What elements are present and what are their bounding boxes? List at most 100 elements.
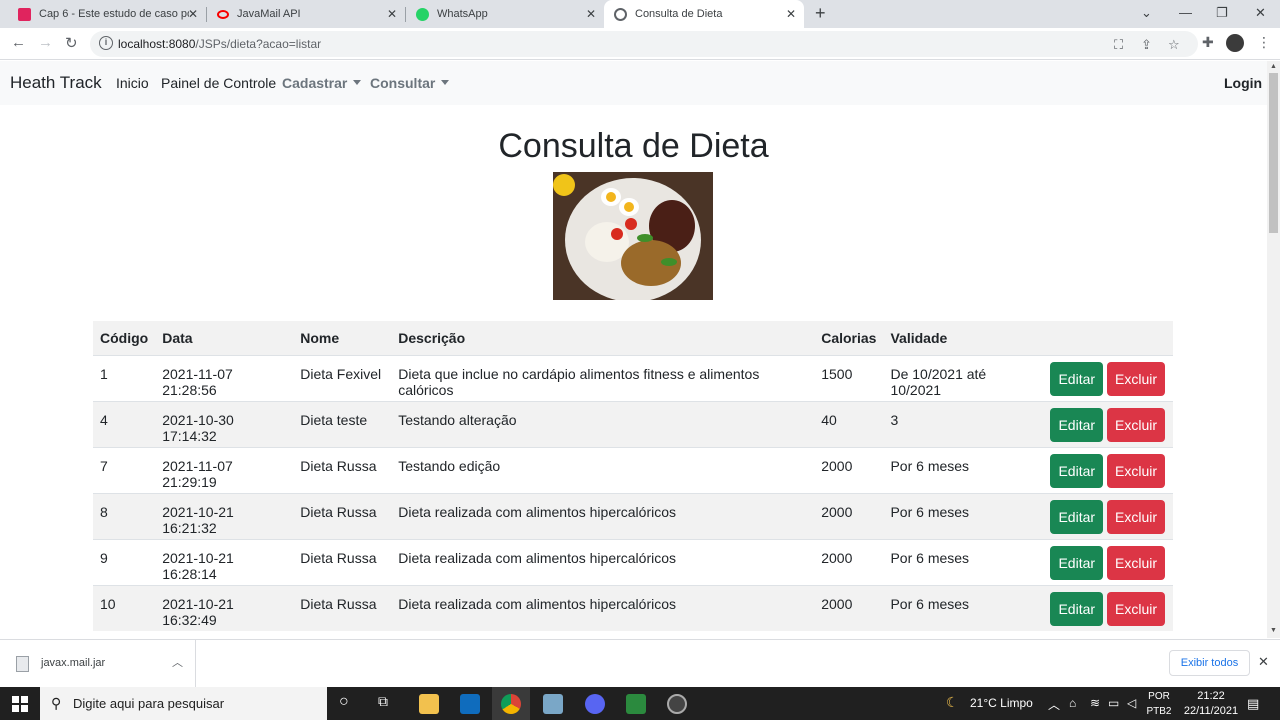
- plate-shape: [565, 178, 701, 300]
- cortana-icon[interactable]: ○: [339, 693, 349, 711]
- browser-tab[interactable]: Cap 6 - Este estudo de caso pode ✕: [8, 0, 206, 28]
- brand-link[interactable]: Heath Track: [10, 73, 102, 93]
- battery-icon[interactable]: ▭: [1108, 696, 1119, 710]
- cell-actions: Editar Excluir: [1043, 400, 1173, 447]
- close-tab-icon[interactable]: ✕: [586, 7, 596, 21]
- url-text[interactable]: localhost:8080/JSPs/dieta?acao=listar: [118, 37, 321, 51]
- edit-button[interactable]: Editar: [1050, 407, 1104, 442]
- lang-code: POR: [1148, 691, 1170, 702]
- edit-button[interactable]: Editar: [1050, 361, 1104, 396]
- cell-actions: Editar Excluir: [1043, 538, 1173, 585]
- close-tab-icon[interactable]: ✕: [188, 7, 198, 21]
- caret-down-icon: [441, 80, 450, 85]
- cell-validade: De 10/2021 até 10/2021: [883, 354, 1044, 401]
- delete-button[interactable]: Excluir: [1107, 361, 1166, 396]
- cell-data: 2021-10-21 16:32:49: [155, 584, 294, 631]
- delete-button[interactable]: Excluir: [1107, 499, 1166, 534]
- nav-painel-de-controle[interactable]: Painel de Controle: [161, 75, 276, 91]
- browser-tab-active[interactable]: Consulta de Dieta ✕: [604, 0, 804, 28]
- bookmark-star-icon[interactable]: ☆: [1168, 37, 1180, 53]
- close-tab-icon[interactable]: ✕: [786, 7, 796, 21]
- chevron-up-tray-icon[interactable]: ︿: [1048, 696, 1060, 713]
- table-row: 7 2021-11-07 21:29:19 Dieta Russa Testan…: [93, 446, 1173, 493]
- app-icon[interactable]: [626, 694, 646, 714]
- edit-button[interactable]: Editar: [1050, 545, 1104, 580]
- scroll-down-icon[interactable]: ▼: [1270, 627, 1277, 634]
- clock-date: 22/11/2021: [1183, 705, 1239, 717]
- windows-start-icon[interactable]: [12, 696, 28, 712]
- scroll-up-icon[interactable]: ▲: [1270, 63, 1277, 70]
- settings-gear-icon[interactable]: [667, 694, 687, 714]
- profile-avatar[interactable]: [1226, 34, 1244, 52]
- outlook-icon[interactable]: [460, 694, 480, 714]
- page-scrollbar[interactable]: ▲ ▼: [1267, 61, 1280, 638]
- minimize-icon[interactable]: —: [1179, 5, 1192, 20]
- volume-icon[interactable]: ◁: [1127, 696, 1136, 710]
- reload-icon[interactable]: ↻: [65, 34, 78, 52]
- cell-nome: Dieta Russa: [293, 446, 392, 493]
- edit-button[interactable]: Editar: [1050, 499, 1104, 534]
- browser-tab[interactable]: JavaMail API ✕: [207, 0, 405, 28]
- taskbar-search-box[interactable]: ⚲ Digite aqui para pesquisar: [40, 687, 327, 720]
- site-info-icon[interactable]: i: [99, 36, 113, 50]
- close-window-icon[interactable]: ✕: [1255, 5, 1266, 21]
- chrome-icon[interactable]: [501, 694, 521, 714]
- login-link[interactable]: Login: [1224, 75, 1262, 91]
- chevron-up-icon[interactable]: ︿: [172, 654, 183, 670]
- nav-cadastrar-dropdown[interactable]: Cadastrar: [282, 75, 362, 91]
- table-header-row: Código Data Nome Descrição Calorias Vali…: [93, 321, 1173, 355]
- new-tab-icon[interactable]: +: [815, 3, 826, 24]
- delete-button[interactable]: Excluir: [1107, 453, 1166, 488]
- taskbar-clock[interactable]: 21:22 22/11/2021: [1171, 689, 1251, 719]
- col-descricao: Descrição: [391, 321, 815, 355]
- notification-icon[interactable]: ▤: [1247, 696, 1259, 712]
- maximize-icon[interactable]: ❐: [1216, 5, 1228, 21]
- network-icon[interactable]: ⌂: [1069, 696, 1076, 710]
- cell-validade: Por 6 meses: [883, 492, 1044, 539]
- cell-calorias: 2000: [814, 538, 884, 585]
- delete-button[interactable]: Excluir: [1107, 407, 1166, 442]
- moon-weather-icon: ☾: [946, 694, 959, 710]
- tab-title: Cap 6 - Este estudo de caso pode: [39, 8, 189, 20]
- close-shelf-icon[interactable]: ✕: [1258, 654, 1269, 670]
- search-placeholder: Digite aqui para pesquisar: [73, 696, 225, 711]
- browser-tab-strip: Cap 6 - Este estudo de caso pode ✕ JavaM…: [0, 0, 1280, 28]
- delete-button[interactable]: Excluir: [1107, 591, 1166, 626]
- address-bar[interactable]: i localhost:8080/JSPs/dieta?acao=listar …: [90, 31, 1198, 57]
- translate-icon[interactable]: ⛶: [1114, 37, 1123, 53]
- file-explorer-icon[interactable]: [419, 694, 439, 714]
- cell-validade: Por 6 meses: [883, 584, 1044, 631]
- nav-inicio[interactable]: Inicio: [116, 75, 149, 91]
- delete-button[interactable]: Excluir: [1107, 545, 1166, 580]
- nav-consultar-dropdown[interactable]: Consultar: [370, 75, 450, 91]
- oracle-favicon-icon: [217, 9, 229, 19]
- show-all-downloads-button[interactable]: Exibir todos: [1169, 650, 1250, 676]
- cell-codigo: 8: [93, 492, 156, 539]
- cell-nome: Dieta Russa: [293, 538, 392, 585]
- edit-button[interactable]: Editar: [1050, 453, 1104, 488]
- tab-title: Consulta de Dieta: [635, 8, 723, 20]
- cell-validade: Por 6 meses: [883, 538, 1044, 585]
- language-indicator[interactable]: POR PTB2: [1146, 689, 1172, 719]
- url-host: localhost:8080: [118, 37, 196, 51]
- cell-calorias: 1500: [814, 354, 884, 401]
- browser-tab[interactable]: WhatsApp ✕: [406, 0, 604, 28]
- extensions-puzzle-icon[interactable]: ✚: [1202, 34, 1214, 51]
- forward-icon[interactable]: →: [38, 34, 53, 51]
- task-view-icon[interactable]: ⧉: [378, 693, 388, 710]
- notepad-icon[interactable]: [543, 694, 563, 714]
- edit-button[interactable]: Editar: [1050, 591, 1104, 626]
- weather-text[interactable]: 21°C Limpo: [970, 696, 1033, 710]
- egg-shape: [619, 198, 639, 216]
- close-tab-icon[interactable]: ✕: [387, 7, 397, 21]
- cell-nome: Dieta Russa: [293, 492, 392, 539]
- scrollbar-thumb[interactable]: [1269, 73, 1278, 233]
- back-icon[interactable]: ←: [11, 34, 26, 51]
- menu-kebab-icon[interactable]: ⋮: [1257, 34, 1271, 51]
- wifi-icon[interactable]: ≋: [1090, 696, 1100, 710]
- search-icon: ⚲: [51, 695, 62, 711]
- discord-icon[interactable]: [585, 694, 605, 714]
- share-icon[interactable]: ⇪: [1141, 37, 1152, 53]
- tab-search-icon[interactable]: ⌄: [1141, 5, 1152, 21]
- download-item[interactable]: javax.mail.jar ︿: [0, 640, 196, 688]
